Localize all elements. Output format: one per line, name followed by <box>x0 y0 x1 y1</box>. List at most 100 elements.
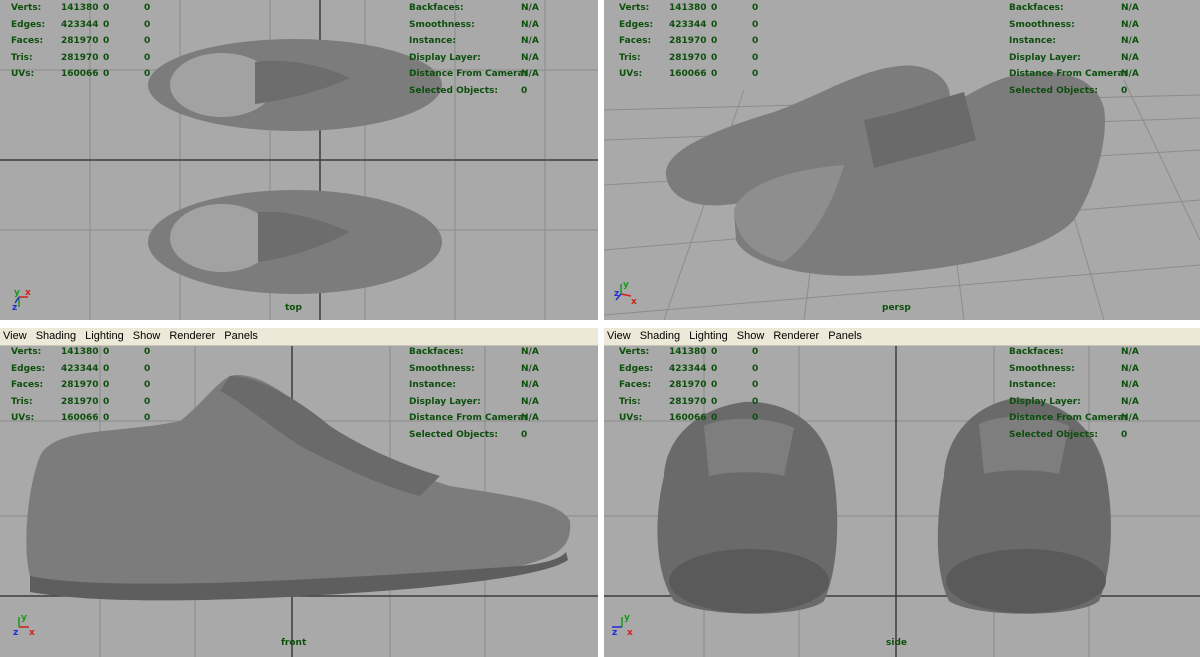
hud-value: 0 <box>144 52 151 63</box>
hud-value: 141380 <box>669 347 707 357</box>
hud-value: N/A <box>1121 69 1139 80</box>
axis-y-label: y <box>623 280 629 290</box>
hud-value: 423344 <box>669 19 707 30</box>
hud-value: 281970 <box>61 36 99 47</box>
menu-lighting[interactable]: Lighting <box>689 328 728 345</box>
menu-panels[interactable]: Panels <box>224 328 258 345</box>
axis-gizmo-icon: x y z <box>614 280 637 306</box>
axis-z-label: z <box>12 303 17 311</box>
hud-label: Display Layer: <box>409 396 481 407</box>
menu-lighting[interactable]: Lighting <box>85 328 124 345</box>
hud-value: 0 <box>103 380 110 391</box>
menu-shading[interactable]: Shading <box>640 328 680 345</box>
hud-label: Smoothness: <box>1009 19 1075 30</box>
hud-value: 0 <box>711 3 718 13</box>
hud-label: UVs: <box>11 413 35 424</box>
hud-value: 0 <box>144 3 151 13</box>
hud-label: Faces: <box>11 36 44 47</box>
hud-value: N/A <box>521 347 539 357</box>
hud-value: 0 <box>752 380 759 391</box>
hud-label: Backfaces: <box>1009 3 1064 13</box>
hud-value: 423344 <box>61 19 99 30</box>
hud-value: 0 <box>711 380 718 391</box>
hud-label: Display Layer: <box>409 52 481 63</box>
shoe-model[interactable] <box>148 39 442 294</box>
camera-name: front <box>281 638 307 648</box>
axis-x-label: x <box>29 628 35 638</box>
menu-view[interactable]: View <box>3 328 27 345</box>
viewport-persp[interactable]: Verts: 141380 0 0 Edges: 423344 0 0 Faces: 2819… <box>604 0 1200 320</box>
hud-value: 0 <box>103 347 110 357</box>
hud-label: Selected Objects: <box>1009 85 1098 96</box>
hud-value: 281970 <box>669 380 707 391</box>
hud-label: Instance: <box>409 380 456 391</box>
axis-y-label: y <box>14 288 20 298</box>
hud-label: Edges: <box>619 19 654 30</box>
hud-value: 0 <box>103 363 110 374</box>
axis-gizmo-icon: z y x <box>612 613 633 638</box>
hud-value: 160066 <box>61 69 99 80</box>
axis-y-label: y <box>21 613 27 623</box>
hud-value: 160066 <box>669 413 707 424</box>
hud-value: 0 <box>144 19 151 30</box>
hud-label: UVs: <box>619 413 643 424</box>
hud-label: Backfaces: <box>1009 347 1064 357</box>
camera-name: persp <box>882 303 911 313</box>
viewport-front[interactable]: View Shading Lighting Show Renderer Pane… <box>0 328 598 657</box>
menu-show[interactable]: Show <box>737 328 765 345</box>
hud-label: Verts: <box>619 347 650 357</box>
hud-value: 0 <box>711 69 718 80</box>
hud-value: N/A <box>1121 52 1139 63</box>
axis-gizmo-icon: x y z <box>13 613 35 638</box>
hud-label: Instance: <box>1009 36 1056 47</box>
hud-label: UVs: <box>619 69 643 80</box>
hud-value: 0 <box>752 413 759 424</box>
hud-label: Faces: <box>619 36 652 47</box>
hud-label: Distance From Camera: <box>1009 69 1128 80</box>
hud-label: Smoothness: <box>409 19 475 30</box>
axis-y-label: y <box>624 613 630 623</box>
hud-value: N/A <box>521 380 539 391</box>
hud-value: N/A <box>1121 380 1139 391</box>
hud-label: Instance: <box>409 36 456 47</box>
hud-value: 0 <box>752 396 759 407</box>
hud-value: 0 <box>521 85 528 96</box>
hud-value: 0 <box>1121 85 1128 96</box>
hud-value: N/A <box>521 3 539 13</box>
hud-value: N/A <box>521 363 539 374</box>
hud-label: Backfaces: <box>409 3 464 13</box>
hud-value: 0 <box>711 363 718 374</box>
menu-show[interactable]: Show <box>133 328 161 345</box>
axis-gizmo-icon: x y z <box>12 288 31 311</box>
menu-view[interactable]: View <box>607 328 631 345</box>
hud-value: 0 <box>752 347 759 357</box>
menu-renderer[interactable]: Renderer <box>773 328 819 345</box>
hud-value: 0 <box>752 19 759 30</box>
hud-label: Instance: <box>1009 380 1056 391</box>
hud-label: Verts: <box>11 3 42 13</box>
hud-value: 281970 <box>669 36 707 47</box>
hud-value: 0 <box>103 396 110 407</box>
hud-value: N/A <box>1121 3 1139 13</box>
viewport-top[interactable]: Verts: 141380 0 0 Edges: 423344 0 0 Faces: 2819… <box>0 0 598 320</box>
hud-value: N/A <box>1121 36 1139 47</box>
menu-shading[interactable]: Shading <box>36 328 76 345</box>
hud-label: Tris: <box>619 52 641 63</box>
hud-value: 281970 <box>61 52 99 63</box>
hud-label: Backfaces: <box>409 347 464 357</box>
hud-label: Edges: <box>11 19 46 30</box>
hud-value: 0 <box>144 396 151 407</box>
hud-value: 0 <box>103 19 110 30</box>
hud-value: 0 <box>752 36 759 47</box>
hud-label: Display Layer: <box>1009 396 1081 407</box>
hud-value: 281970 <box>669 396 707 407</box>
hud-value: N/A <box>1121 347 1139 357</box>
hud-label: Tris: <box>11 396 33 407</box>
hud-value: 281970 <box>61 396 99 407</box>
axis-z-label: z <box>13 628 18 638</box>
menu-panels[interactable]: Panels <box>828 328 862 345</box>
viewport-side[interactable]: View Shading Lighting Show Renderer Pane… <box>604 328 1200 657</box>
hud-label: Smoothness: <box>409 363 475 374</box>
menu-renderer[interactable]: Renderer <box>169 328 215 345</box>
hud-value: 0 <box>103 413 110 424</box>
